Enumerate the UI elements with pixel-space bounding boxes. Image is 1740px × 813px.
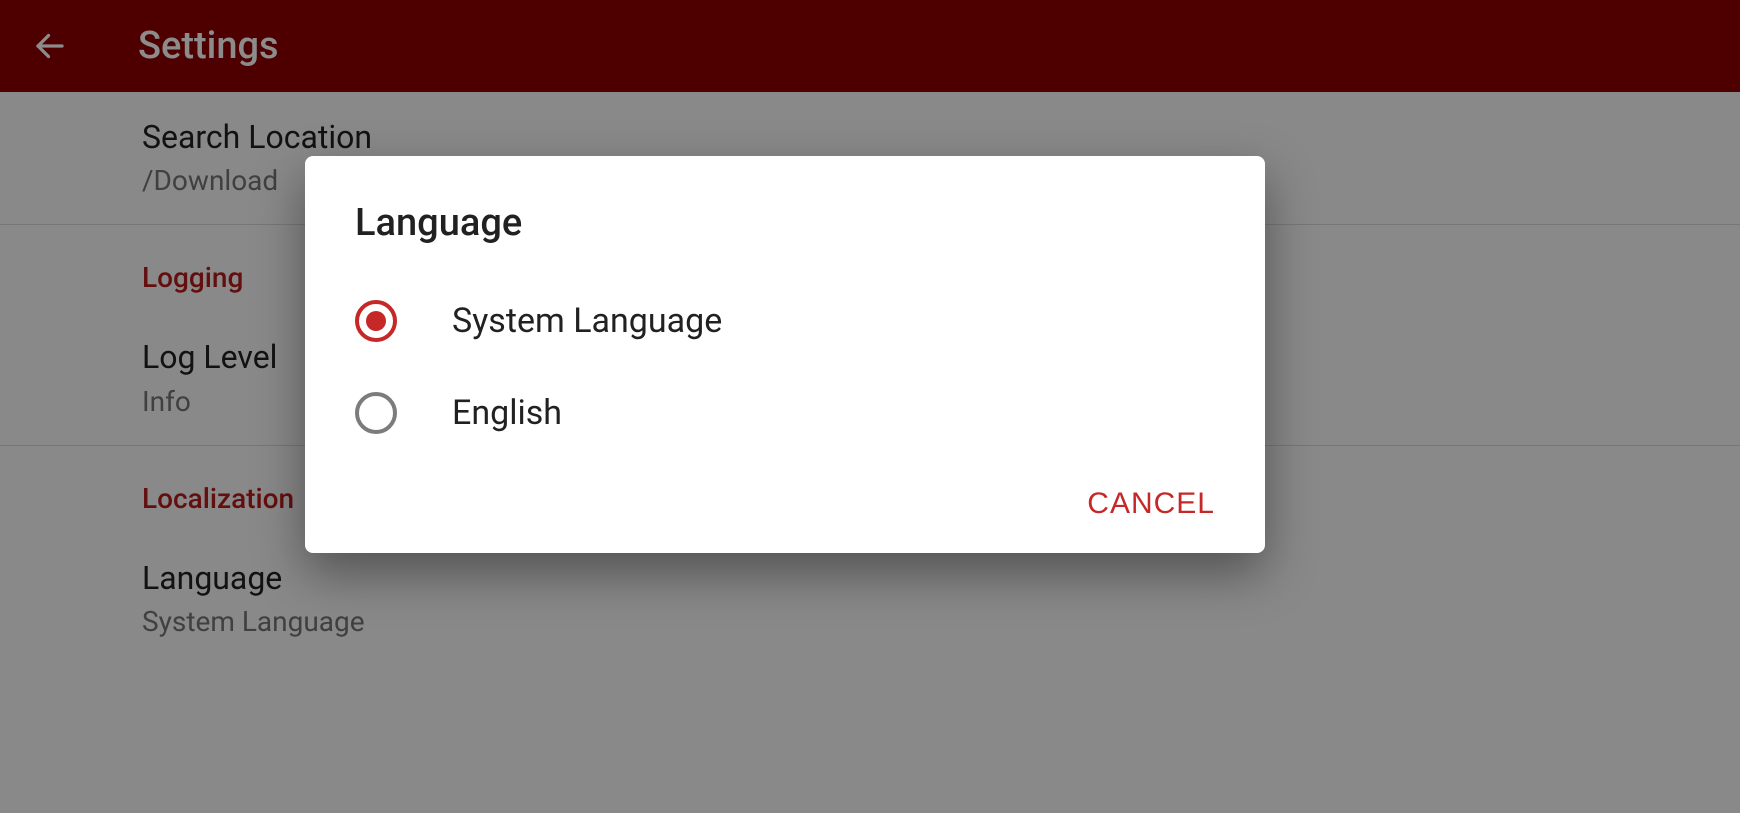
radio-unchecked-icon — [355, 392, 397, 434]
language-option-english[interactable]: English — [305, 367, 1265, 459]
dialog-title: Language — [305, 156, 1265, 275]
language-option-system[interactable]: System Language — [305, 275, 1265, 367]
cancel-button[interactable]: CANCEL — [1087, 487, 1215, 521]
radio-checked-icon — [355, 300, 397, 342]
language-dialog: Language System Language English CANCEL — [305, 156, 1265, 553]
radio-label: System Language — [452, 301, 722, 341]
radio-label: English — [452, 393, 562, 433]
dialog-actions: CANCEL — [305, 459, 1265, 541]
